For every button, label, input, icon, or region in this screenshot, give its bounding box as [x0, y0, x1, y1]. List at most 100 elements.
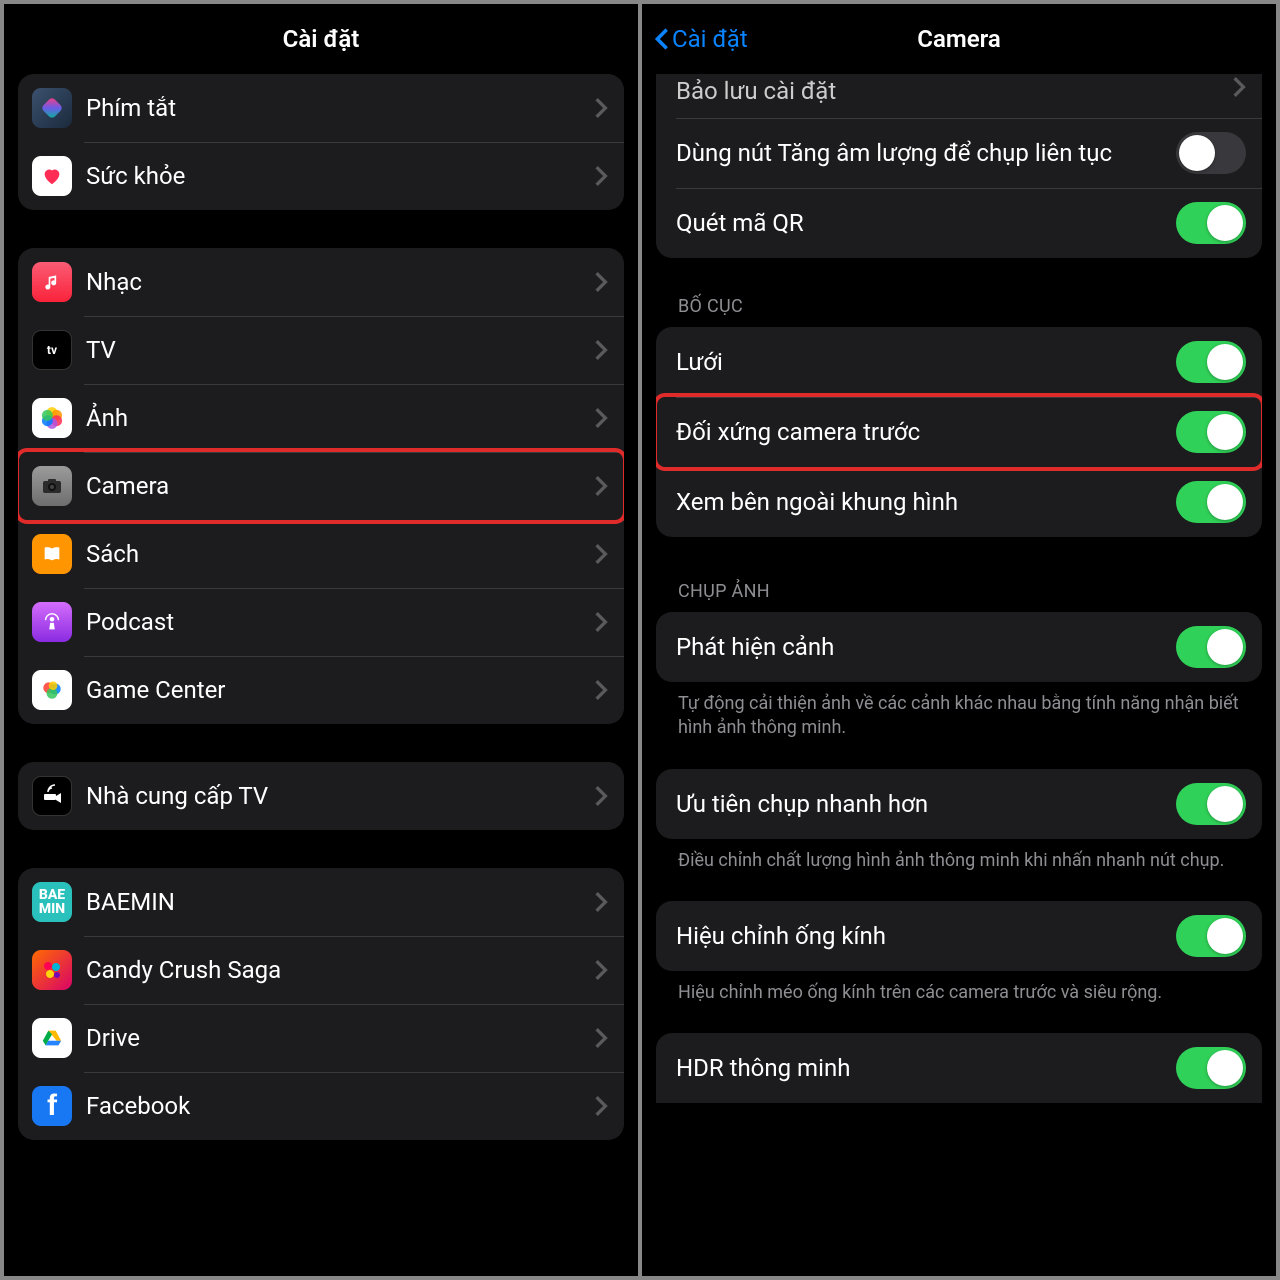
row-label: TV: [86, 335, 586, 365]
settings-content[interactable]: Phím tắt Sức khỏe Nhạc tv TV: [4, 74, 638, 1276]
camera-group-top: Bảo lưu cài đặt Dùng nút Tăng âm lượng đ…: [656, 74, 1262, 258]
row-candy[interactable]: Candy Crush Saga: [18, 936, 624, 1004]
row-podcast[interactable]: Podcast: [18, 588, 624, 656]
row-music[interactable]: Nhạc: [18, 248, 624, 316]
row-label: Drive: [86, 1023, 586, 1053]
row-label: HDR thông minh: [676, 1053, 1176, 1083]
row-health[interactable]: Sức khỏe: [18, 142, 624, 210]
chevron-right-icon: [1232, 76, 1246, 98]
row-baemin[interactable]: BAEMIN BAEMIN: [18, 868, 624, 936]
switch-qr[interactable]: [1176, 202, 1246, 244]
chevron-right-icon: [594, 1027, 608, 1049]
tv-icon: tv: [32, 330, 72, 370]
row-outside[interactable]: Xem bên ngoài khung hình: [656, 467, 1262, 537]
row-preserve[interactable]: Bảo lưu cài đặt: [656, 74, 1262, 118]
back-label: Cài đặt: [672, 25, 748, 53]
section-header-layout: BỐ CỤC: [656, 286, 1262, 327]
row-label: Đối xứng camera trước: [676, 417, 1176, 447]
switch-outside[interactable]: [1176, 481, 1246, 523]
row-label: Phím tắt: [86, 93, 586, 123]
chevron-right-icon: [594, 679, 608, 701]
footer-lens: Hiệu chỉnh méo ống kính trên các camera …: [656, 971, 1262, 1033]
row-tv[interactable]: tv TV: [18, 316, 624, 384]
switch-lens[interactable]: [1176, 915, 1246, 957]
camera-group-layout: Lưới Đối xứng camera trước Xem bên ngoài…: [656, 327, 1262, 537]
candy-icon: [32, 950, 72, 990]
chevron-right-icon: [594, 1095, 608, 1117]
row-camera[interactable]: Camera: [18, 452, 624, 520]
row-label: Dùng nút Tăng âm lượng để chụp liên tục: [676, 138, 1176, 168]
row-label: Facebook: [86, 1091, 586, 1121]
settings-pane: Cài đặt Phím tắt Sức khỏe: [4, 4, 638, 1276]
gamecenter-icon: [32, 670, 72, 710]
camera-header: Cài đặt Camera: [642, 4, 1276, 74]
row-photos[interactable]: Ảnh: [18, 384, 624, 452]
tvprovider-icon: [32, 776, 72, 816]
photos-icon: [32, 398, 72, 438]
camera-pane: Cài đặt Camera Bảo lưu cài đặt Dùng nút …: [642, 4, 1276, 1276]
chevron-right-icon: [594, 271, 608, 293]
switch-faster[interactable]: [1176, 783, 1246, 825]
row-label: Game Center: [86, 675, 586, 705]
chevron-right-icon: [594, 959, 608, 981]
row-label: Sách: [86, 539, 586, 569]
switch-grid[interactable]: [1176, 341, 1246, 383]
row-label: Podcast: [86, 607, 586, 637]
books-icon: [32, 534, 72, 574]
row-label: Camera: [86, 471, 586, 501]
chevron-right-icon: [594, 543, 608, 565]
switch-mirror[interactable]: [1176, 411, 1246, 453]
row-grid[interactable]: Lưới: [656, 327, 1262, 397]
row-label: Quét mã QR: [676, 208, 1176, 238]
row-hdr[interactable]: HDR thông minh: [656, 1033, 1262, 1103]
settings-group-0: Phím tắt Sức khỏe: [18, 74, 624, 210]
shortcuts-icon: [32, 88, 72, 128]
drive-icon: [32, 1018, 72, 1058]
settings-header: Cài đặt: [4, 4, 638, 74]
health-icon: [32, 156, 72, 196]
facebook-icon: f: [32, 1086, 72, 1126]
podcast-icon: [32, 602, 72, 642]
switch-hdr[interactable]: [1176, 1047, 1246, 1089]
camera-title: Camera: [917, 25, 1000, 53]
camera-content[interactable]: Bảo lưu cài đặt Dùng nút Tăng âm lượng đ…: [642, 74, 1276, 1276]
row-label: Ảnh: [86, 403, 586, 433]
row-qr[interactable]: Quét mã QR: [656, 188, 1262, 258]
row-tvprovider[interactable]: Nhà cung cấp TV: [18, 762, 624, 830]
row-volumeup[interactable]: Dùng nút Tăng âm lượng để chụp liên tục: [656, 118, 1262, 188]
row-shortcuts[interactable]: Phím tắt: [18, 74, 624, 142]
footer-scene: Tự động cải thiện ảnh về các cảnh khác n…: [656, 682, 1262, 769]
chevron-right-icon: [594, 611, 608, 633]
row-label: Lưới: [676, 347, 1176, 377]
row-facebook[interactable]: f Facebook: [18, 1072, 624, 1140]
chevron-right-icon: [594, 165, 608, 187]
camera-group-scene: Phát hiện cảnh: [656, 612, 1262, 682]
camera-group-hdr: HDR thông minh: [656, 1033, 1262, 1103]
row-lens[interactable]: Hiệu chỉnh ống kính: [656, 901, 1262, 971]
switch-volumeup[interactable]: [1176, 132, 1246, 174]
settings-group-2: Nhà cung cấp TV: [18, 762, 624, 830]
row-label: Ưu tiên chụp nhanh hơn: [676, 789, 1176, 819]
row-label: Sức khỏe: [86, 161, 586, 191]
row-drive[interactable]: Drive: [18, 1004, 624, 1072]
chevron-right-icon: [594, 97, 608, 119]
row-label: Candy Crush Saga: [86, 955, 586, 985]
row-label: Hiệu chỉnh ống kính: [676, 921, 1176, 951]
music-icon: [32, 262, 72, 302]
row-faster[interactable]: Ưu tiên chụp nhanh hơn: [656, 769, 1262, 839]
settings-group-1: Nhạc tv TV Ảnh Camera: [18, 248, 624, 724]
row-mirror[interactable]: Đối xứng camera trước: [656, 397, 1262, 467]
row-label: Nhạc: [86, 267, 586, 297]
row-gamecenter[interactable]: Game Center: [18, 656, 624, 724]
chevron-right-icon: [594, 891, 608, 913]
chevron-right-icon: [594, 407, 608, 429]
settings-title: Cài đặt: [283, 25, 360, 53]
settings-group-3: BAEMIN BAEMIN Candy Crush Saga Drive f: [18, 868, 624, 1140]
row-books[interactable]: Sách: [18, 520, 624, 588]
chevron-left-icon: [654, 25, 670, 53]
row-scene[interactable]: Phát hiện cảnh: [656, 612, 1262, 682]
row-label: BAEMIN: [86, 887, 586, 917]
baemin-icon: BAEMIN: [32, 882, 72, 922]
back-button[interactable]: Cài đặt: [654, 25, 748, 53]
switch-scene[interactable]: [1176, 626, 1246, 668]
